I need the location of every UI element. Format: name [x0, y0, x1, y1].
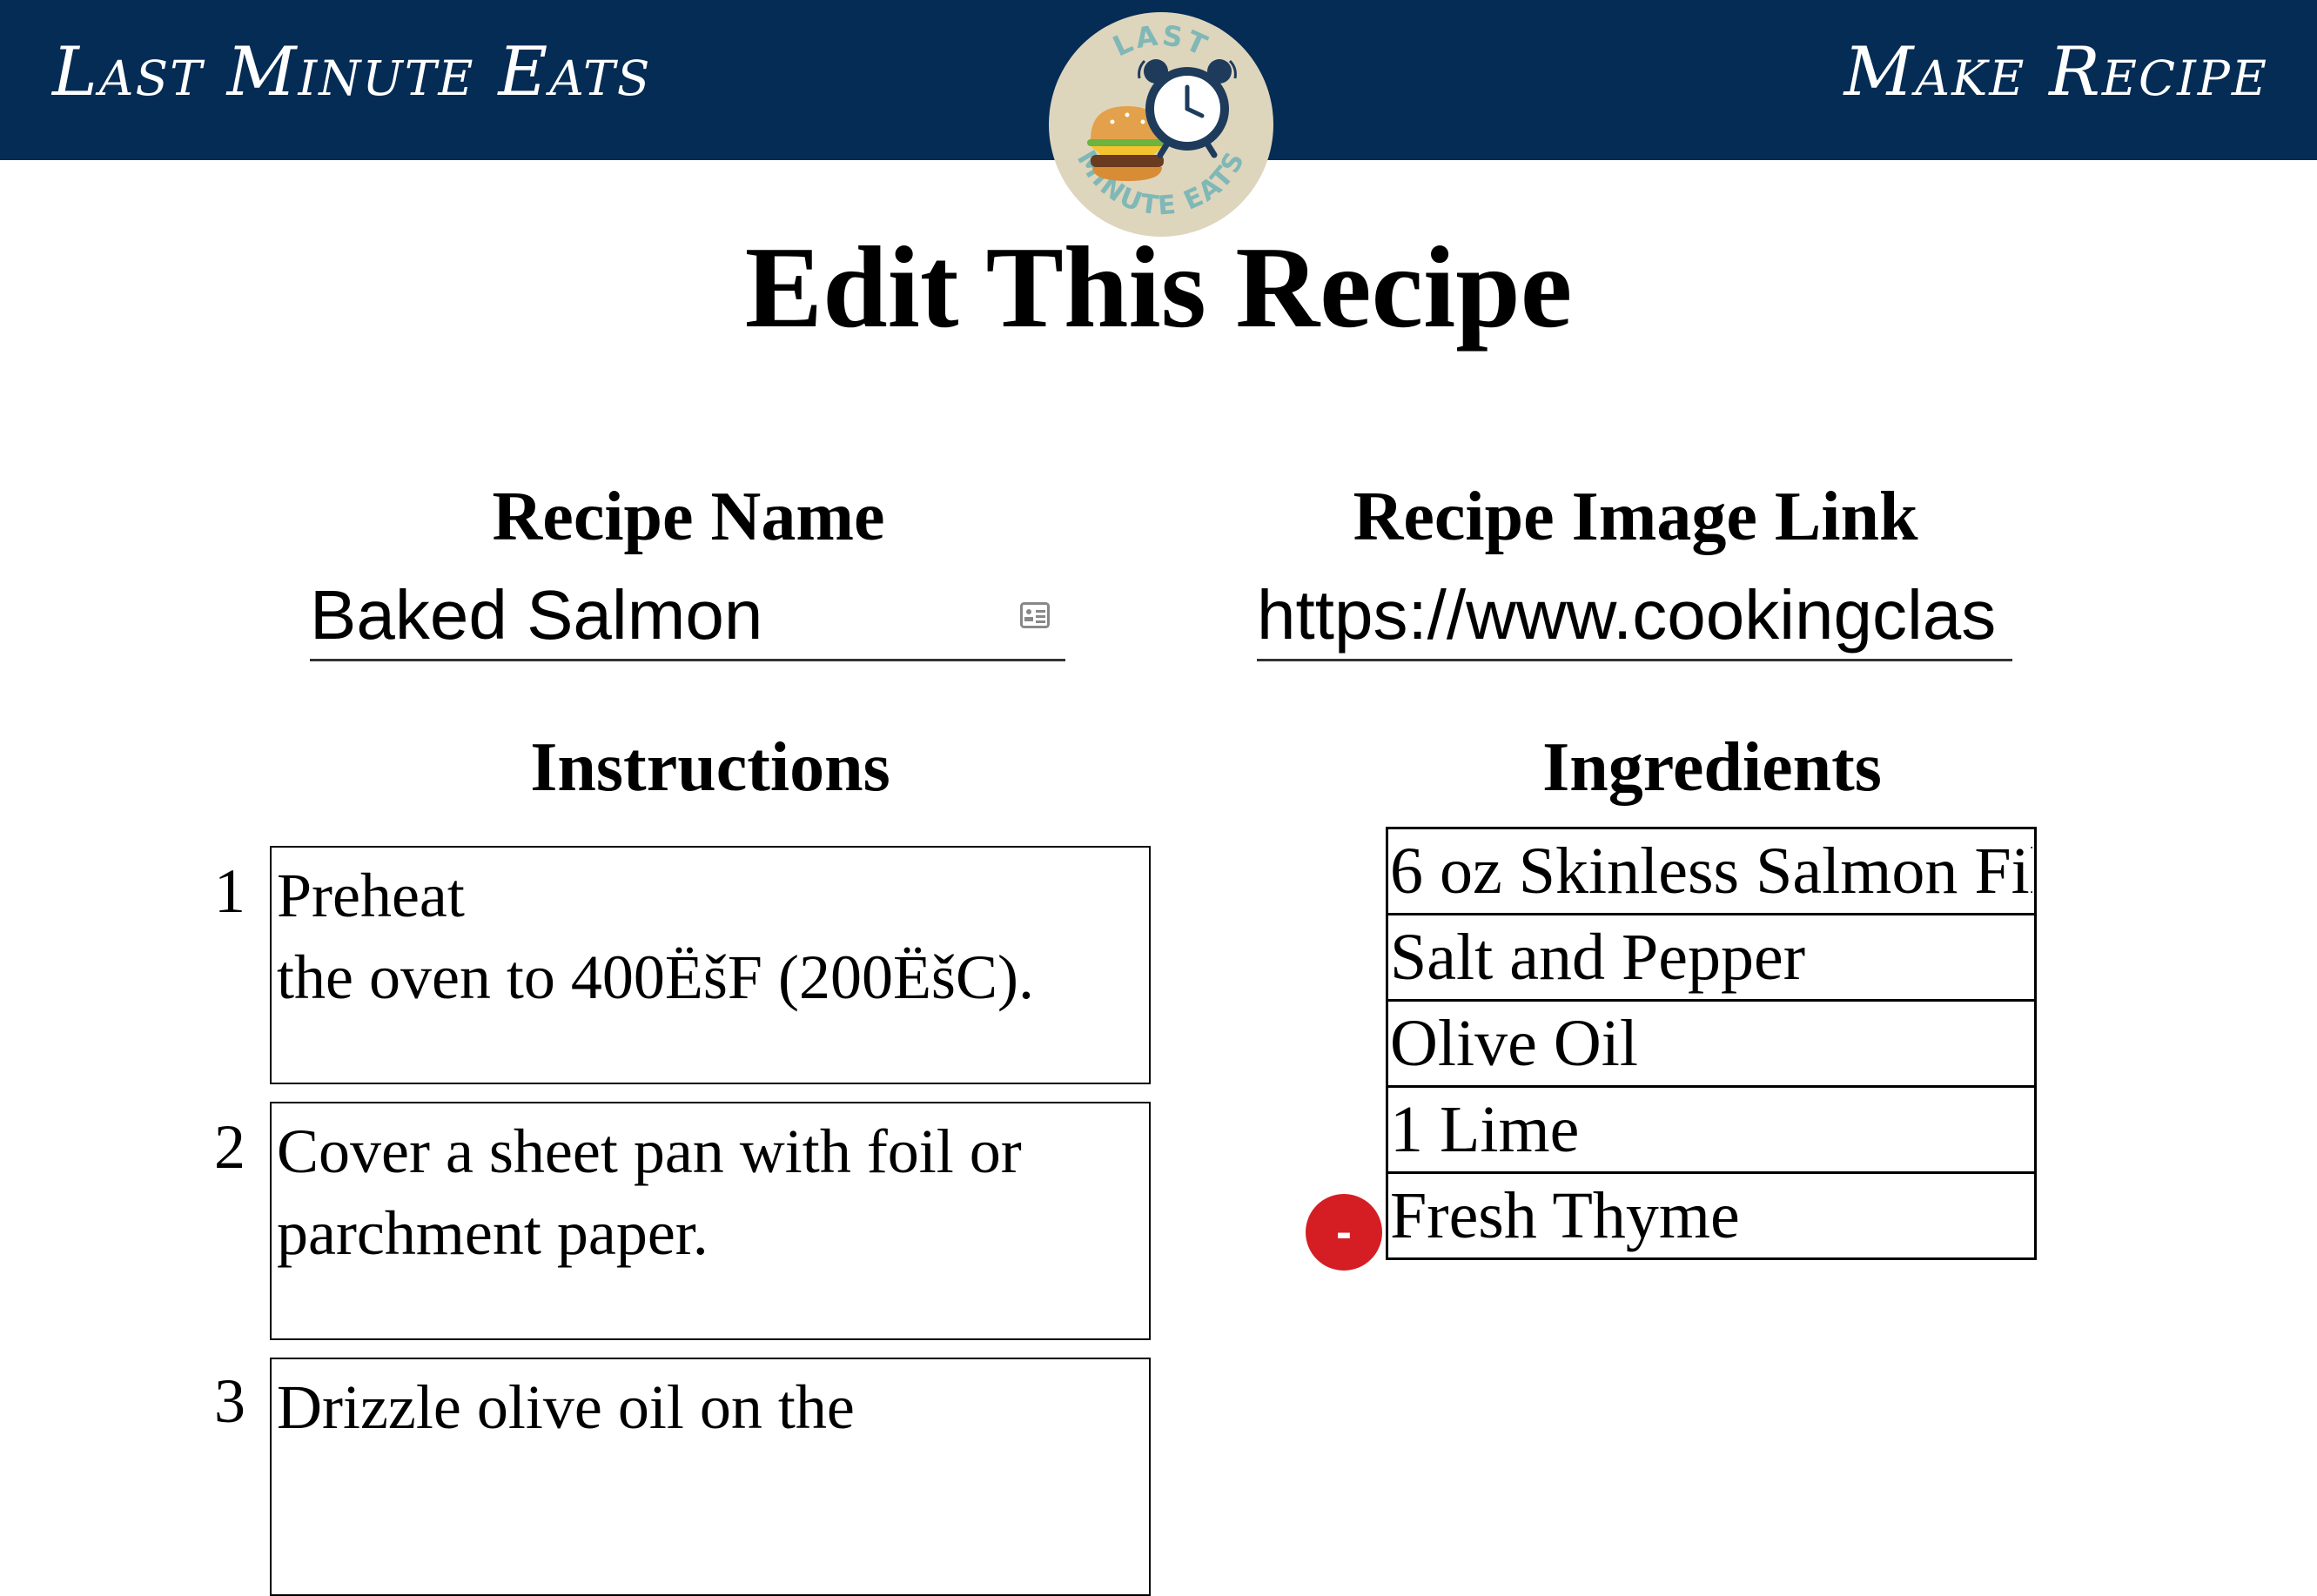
recipe-image-label: Recipe Image Link: [1353, 479, 1918, 555]
recipe-name-label: Recipe Name: [492, 479, 885, 555]
ingredient-input[interactable]: [1386, 827, 2037, 915]
ingredients-label: Ingredients: [1542, 729, 1882, 806]
ingredient-input[interactable]: [1386, 1085, 2037, 1174]
site-logo[interactable]: LAST MINUTE EATS: [1047, 10, 1275, 238]
instructions-label: Instructions: [530, 729, 890, 806]
ingredient-input[interactable]: [1386, 999, 2037, 1088]
instruction-step-textarea[interactable]: Preheat the oven to 400ËšF (200ËšC).: [270, 846, 1151, 1084]
step-number: 2: [214, 1112, 245, 1182]
brand-link[interactable]: Last Minute Eats: [52, 33, 651, 111]
instruction-step-textarea[interactable]: Cover a sheet pan with foil or parchment…: [270, 1102, 1151, 1340]
make-recipe-link[interactable]: Make Recipe: [1844, 33, 2268, 111]
instruction-step-textarea[interactable]: Drizzle olive oil on the: [270, 1358, 1151, 1596]
recipe-image-link-input[interactable]: [1257, 571, 2012, 661]
ingredients-list: [1386, 827, 2037, 1260]
ingredient-input[interactable]: [1386, 1171, 2037, 1260]
ingredient-input[interactable]: [1386, 913, 2037, 1002]
step-number: 3: [214, 1366, 245, 1436]
top-navbar: Last Minute Eats LAST MINUTE EATS Make R…: [0, 0, 2317, 237]
page-title: Edit This Recipe: [744, 223, 1573, 352]
remove-ingredient-button[interactable]: -: [1306, 1194, 1382, 1271]
step-number: 1: [214, 856, 245, 926]
recipe-name-input[interactable]: [310, 571, 1065, 661]
contact-card-icon[interactable]: [1020, 602, 1050, 628]
